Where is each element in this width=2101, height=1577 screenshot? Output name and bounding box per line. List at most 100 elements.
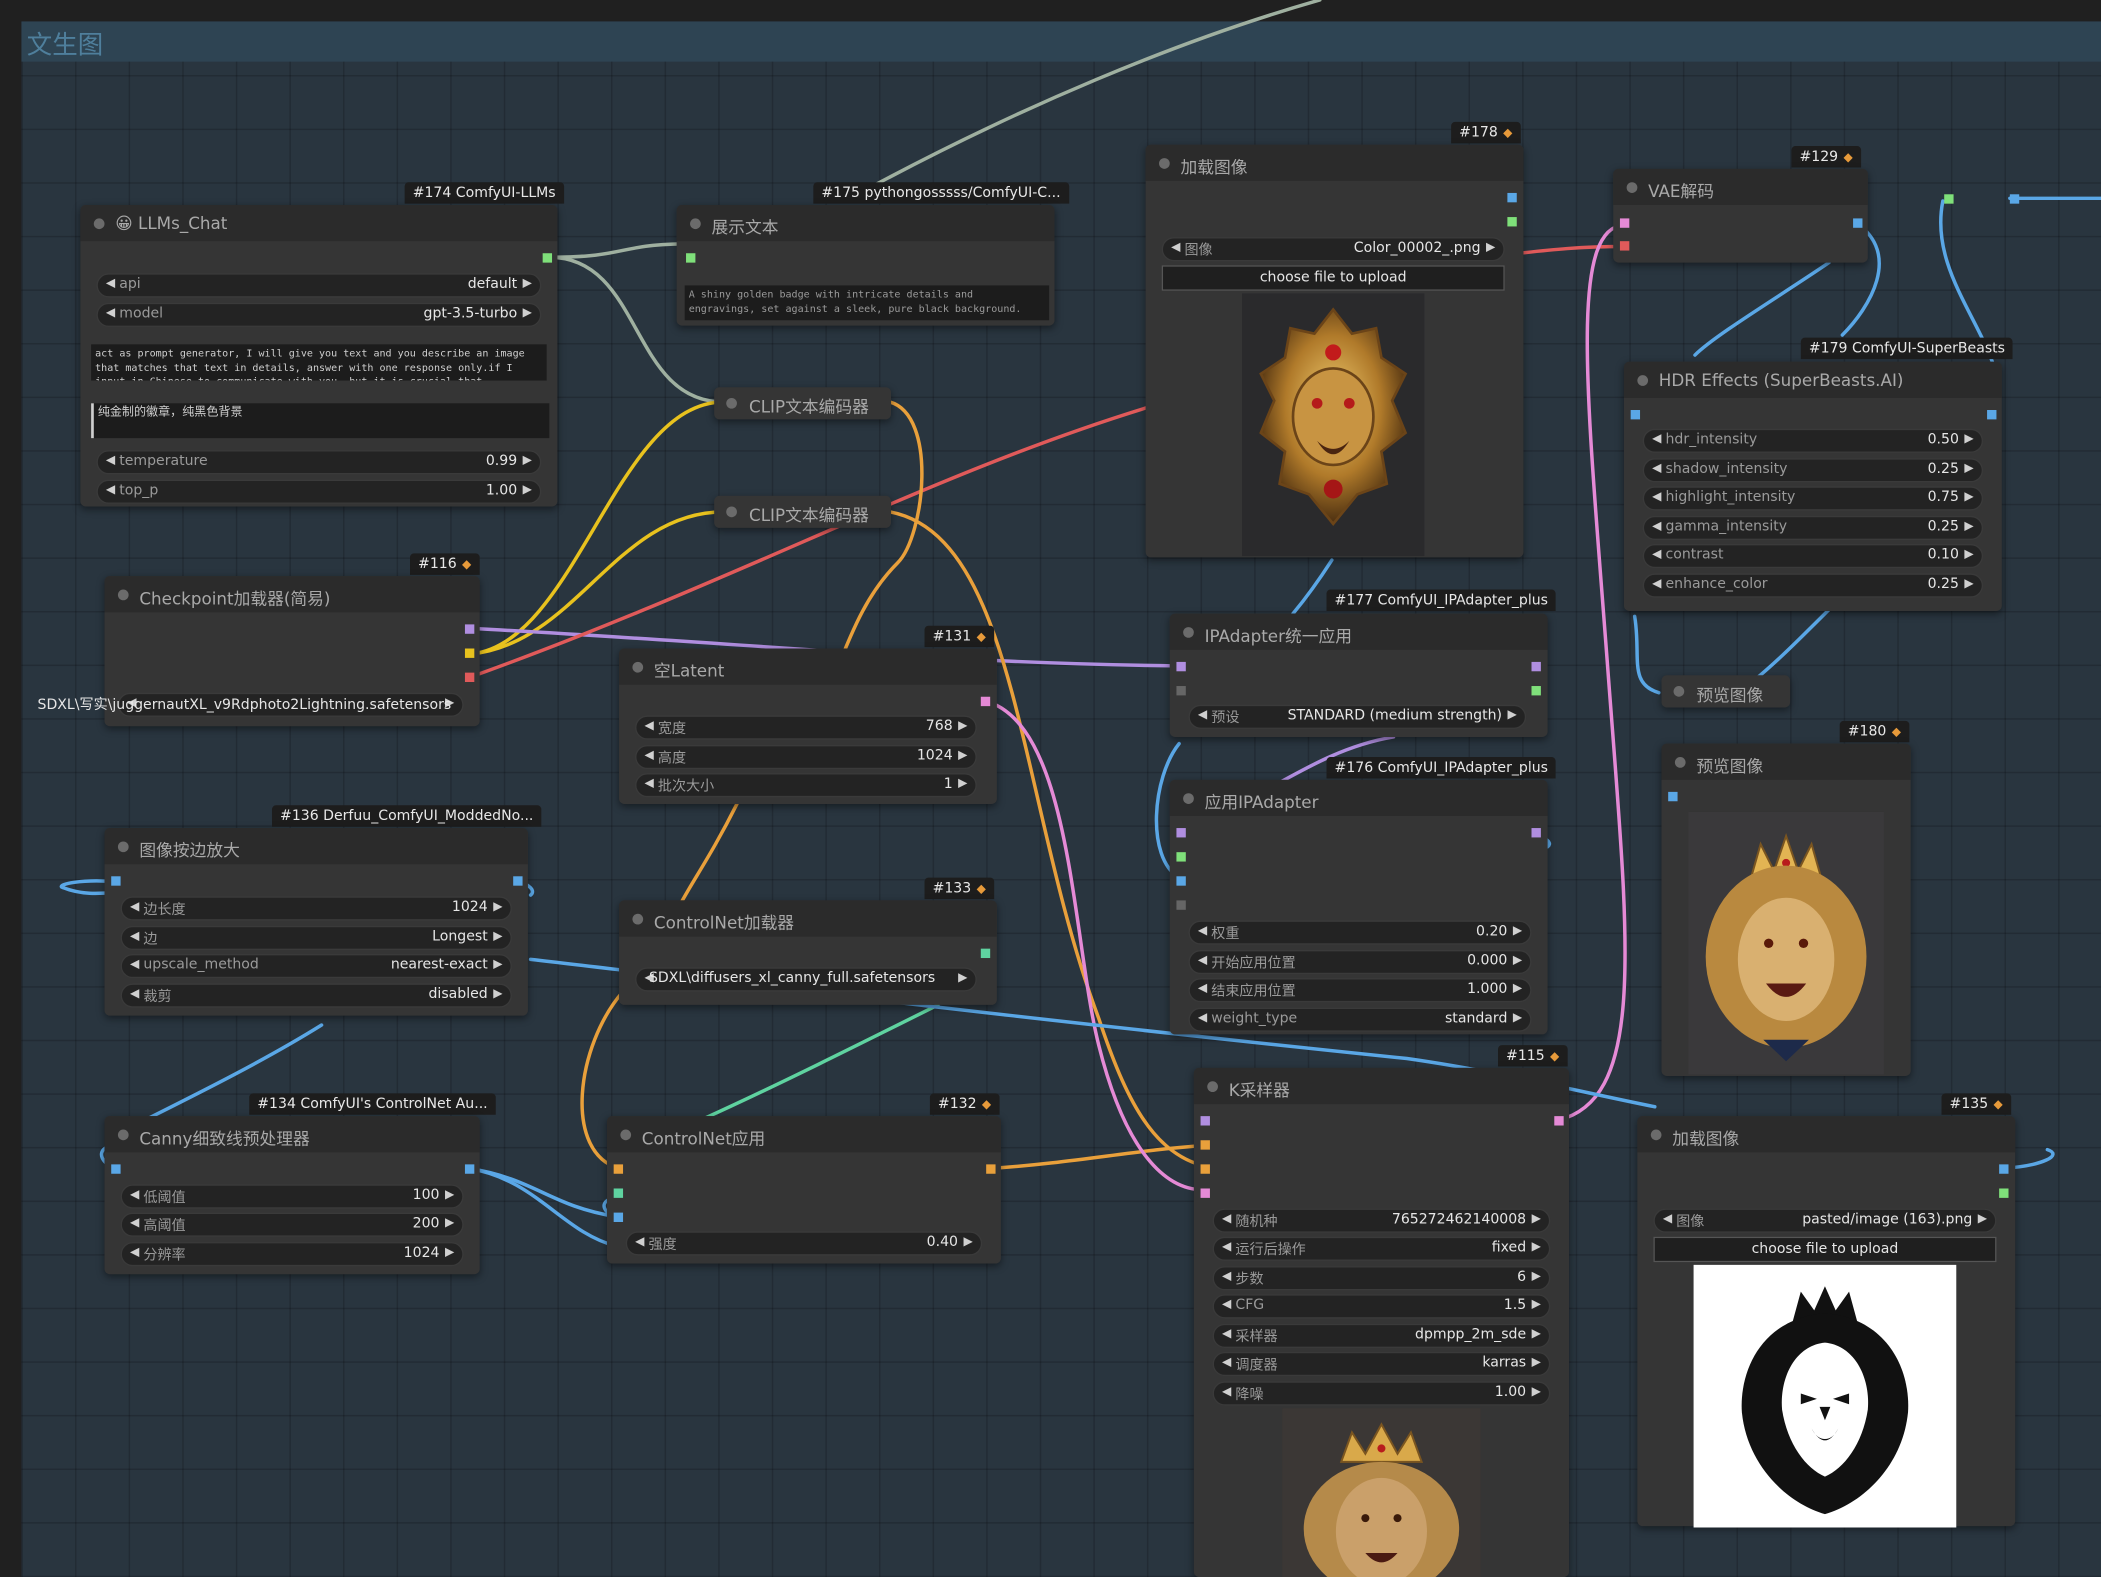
node-hdr-effects[interactable]: HDR Effects (SuperBeasts.AI) ◀ hdr_intens… [1623, 361, 2002, 611]
widget-high-threshold[interactable]: ◀ 高阈值 200 ▶ [120, 1212, 464, 1237]
input-socket[interactable] [686, 253, 696, 263]
output-socket-image[interactable] [1999, 1164, 2009, 1174]
node-ipadapter-unified[interactable]: IPAdapter统一应用 ◀ 预设 STANDARD (medium streng… [1169, 613, 1548, 737]
input-socket-conditioning[interactable] [613, 1164, 624, 1174]
offscreen-node-socket[interactable] [2009, 194, 2020, 204]
input-socket-image[interactable] [111, 876, 121, 886]
output-socket-model[interactable] [1531, 661, 1541, 672]
collapse-dot[interactable] [1183, 793, 1194, 804]
widget-scheduler[interactable]: ◀ 调度器 karras ▶ [1212, 1351, 1551, 1377]
widget-end-at[interactable]: ◀ 结束应用位置 1.000 ▶ [1188, 978, 1532, 1003]
widget-api[interactable]: ◀ api default ▶ [96, 273, 542, 298]
output-socket-conditioning[interactable] [986, 1164, 996, 1174]
widget-steps[interactable]: ◀ 步数 6 ▶ [1212, 1266, 1551, 1291]
input-socket-positive[interactable] [1200, 1140, 1210, 1150]
node-llms-chat[interactable]: 😀 LLMs_Chat ◀ api default ▶ ◀ model gpt-3.5-t… [80, 205, 558, 507]
node-clip-text-encode-2[interactable]: CLIP文本编码器 [714, 495, 892, 528]
widget-gamma-intensity[interactable]: ◀ gamma_intensity 0.25 ▶ [1642, 515, 1984, 540]
node-vae-decode[interactable]: VAE解码 [1613, 168, 1868, 263]
collapse-dot[interactable] [117, 589, 129, 601]
output-socket[interactable] [542, 253, 553, 263]
collapse-dot[interactable] [1183, 627, 1194, 638]
node-controlnet-apply[interactable]: ControlNet应用 ◀ 强度 0.40 ▶ [606, 1116, 1001, 1264]
collapse-dot[interactable] [690, 218, 701, 230]
widget-image-file[interactable]: ◀ 图像 Color_00002_.png ▶ [1161, 237, 1505, 262]
collapse-dot[interactable] [1159, 158, 1170, 169]
node-clip-text-encode-1[interactable]: CLIP文本编码器 [714, 387, 892, 420]
input-socket-vae[interactable] [1619, 241, 1630, 251]
input-socket-ipadapter[interactable] [1176, 686, 1186, 696]
output-socket-ipadapter[interactable] [1531, 686, 1541, 696]
output-socket-image[interactable] [1853, 218, 1863, 228]
widget-height[interactable]: ◀ 高度 1024 ▶ [635, 744, 977, 770]
node-header[interactable]: 展示文本 [676, 205, 1055, 242]
widget-strength[interactable]: ◀ 强度 0.40 ▶ [625, 1231, 983, 1256]
system-prompt-textarea[interactable]: act as prompt generator, I will give you… [91, 344, 547, 381]
widget-side-length[interactable]: ◀ 边长度 1024 ▶ [120, 896, 512, 921]
offscreen-node-socket[interactable] [1944, 194, 1954, 204]
widget-width[interactable]: ◀ 宽度 768 ▶ [635, 715, 977, 740]
widget-preset[interactable]: ◀ 预设 STANDARD (medium strength) ▶ [1188, 704, 1527, 729]
output-socket-image[interactable] [1987, 410, 1997, 420]
node-load-image-reference[interactable]: 加载图像 ◀ 图像 Color_00002_.png ▶ choose file to… [1145, 144, 1524, 558]
input-socket-image[interactable] [1630, 410, 1641, 420]
group-header[interactable] [21, 21, 2101, 62]
input-socket-negative[interactable] [1200, 1164, 1210, 1174]
widget-hdr-intensity[interactable]: ◀ hdr_intensity 0.50 ▶ [1642, 428, 1984, 453]
output-socket-model[interactable] [1531, 828, 1541, 838]
collapse-dot[interactable] [1650, 1129, 1662, 1141]
input-socket-ipadapter[interactable] [1176, 852, 1186, 862]
node-header[interactable]: VAE解码 [1613, 168, 1868, 206]
widget-resolution[interactable]: ◀ 分辨率 1024 ▶ [120, 1242, 464, 1267]
node-header[interactable]: 图像按边放大 [104, 828, 528, 865]
output-socket-controlnet[interactable] [980, 948, 991, 959]
canvas[interactable]: 文生图 #174 ComfyUI-LLMs 😀 LLMs_Chat ◀ api … [0, 0, 2101, 1577]
widget-low-threshold[interactable]: ◀ 低阈值 100 ▶ [120, 1184, 464, 1209]
widget-upscale-method[interactable]: ◀ upscale_method nearest-exact ▶ [120, 954, 512, 979]
node-header[interactable]: Canny细致线预处理器 [104, 1116, 480, 1153]
widget-shadow-intensity[interactable]: ◀ shadow_intensity 0.25 ▶ [1642, 458, 1984, 483]
node-canny-preprocessor[interactable]: Canny细致线预处理器 ◀ 低阈值 100 ▶ ◀ 高阈值 200 ▶ ◀ 分辨率 1024 ▶ [104, 1116, 480, 1275]
collapse-dot[interactable] [726, 397, 737, 409]
input-socket-model[interactable] [1200, 1116, 1210, 1126]
node-header[interactable]: 空Latent [619, 648, 997, 685]
widget-weight[interactable]: ◀ 权重 0.20 ▶ [1188, 920, 1532, 945]
widget-cfg[interactable]: ◀ CFG 1.5 ▶ [1212, 1294, 1551, 1319]
widget-batch-size[interactable]: ◀ 批次大小 1 ▶ [635, 773, 977, 798]
node-empty-latent[interactable]: 空Latent ◀ 宽度 768 ▶ ◀ 高度 1024 ▶ ◀ 批次大小 1 ▶ [619, 648, 997, 804]
node-header[interactable]: 预览图像 [1661, 743, 1911, 780]
node-header[interactable]: ControlNet加载器 [619, 900, 997, 937]
node-header[interactable]: Checkpoint加载器(简易) [104, 576, 480, 613]
collapse-dot[interactable] [1673, 686, 1685, 697]
node-header[interactable]: 应用IPAdapter [1169, 779, 1548, 816]
collapse-dot[interactable] [93, 218, 105, 230]
collapse-dot[interactable] [117, 841, 129, 853]
node-header[interactable]: K采样器 [1193, 1067, 1570, 1105]
user-prompt-textarea[interactable]: 纯金制的徽章，纯黑色背景 [91, 403, 550, 439]
input-socket-attn-mask[interactable] [1176, 900, 1186, 910]
widget-temperature[interactable]: ◀ temperature 0.99 ▶ [96, 450, 542, 475]
widget-seed[interactable]: ◀ 随机种 765272462140008 ▶ [1212, 1208, 1551, 1233]
collapse-dot[interactable] [117, 1129, 129, 1141]
output-socket-mask[interactable] [1507, 217, 1517, 227]
input-socket-image[interactable] [613, 1212, 624, 1222]
widget-denoise[interactable]: ◀ 降噪 1.00 ▶ [1212, 1381, 1551, 1406]
node-header[interactable]: ControlNet应用 [606, 1116, 1001, 1153]
input-socket-image[interactable] [1176, 876, 1186, 886]
node-preview-image[interactable]: 预览图像 [1661, 743, 1911, 1076]
widget-contrast[interactable]: ◀ contrast 0.10 ▶ [1642, 543, 1984, 569]
widget-weight-type[interactable]: ◀ weight_type standard ▶ [1188, 1007, 1532, 1032]
node-show-text[interactable]: 展示文本 A shiny golden badge with intricate… [676, 205, 1055, 326]
collapse-dot[interactable] [632, 913, 644, 925]
input-socket-model[interactable] [1176, 828, 1186, 838]
collapse-dot[interactable] [620, 1129, 632, 1141]
input-socket-model[interactable] [1176, 661, 1186, 672]
output-socket-mask[interactable] [1999, 1188, 2009, 1198]
output-socket-image[interactable] [464, 1164, 475, 1174]
node-ksampler[interactable]: K采样器 ◀ 随机种 765272462140008 ▶ ◀ 运行后操作 fixed ▶ ◀… [1193, 1067, 1570, 1577]
widget-control-after-generate[interactable]: ◀ 运行后操作 fixed ▶ [1212, 1236, 1551, 1261]
node-ipadapter-apply[interactable]: 应用IPAdapter ◀ 权重 0.20 ▶ ◀ 开始应用位置 0.000 ▶ ◀ 结束应用… [1169, 779, 1548, 1035]
choose-file-upload-button[interactable]: choose file to upload [1653, 1236, 1997, 1263]
output-socket-image[interactable] [513, 876, 523, 886]
output-socket-latent[interactable] [1554, 1116, 1564, 1126]
